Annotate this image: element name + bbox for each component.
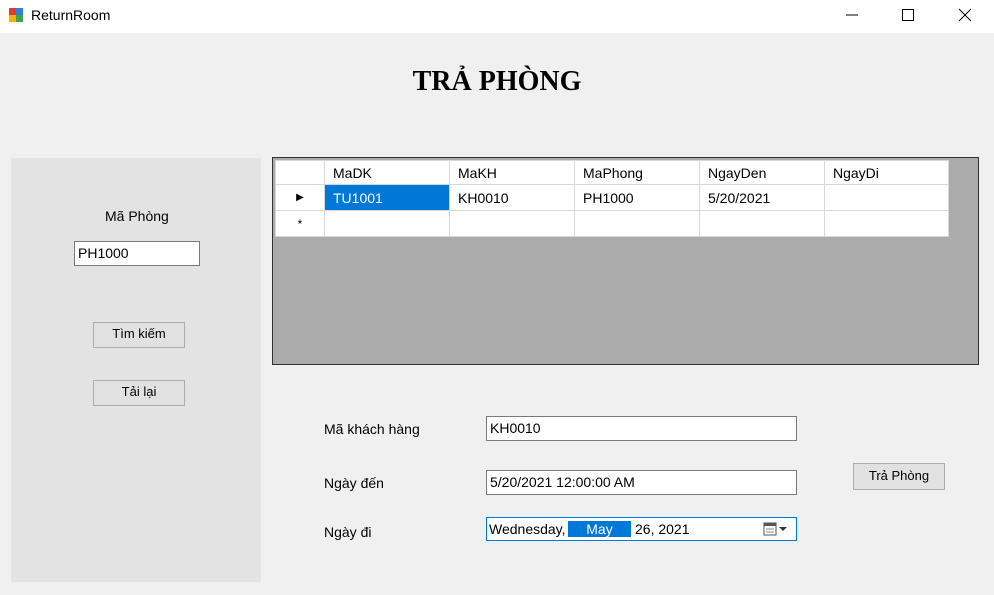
reload-button[interactable]: Tải lại [93,380,185,406]
table-cell[interactable] [324,210,450,237]
table-cell[interactable]: 5/20/2021 [699,184,825,211]
grid-header-row: MaDK MaKH MaPhong NgayDen NgayDi [275,160,949,185]
maximize-icon [902,9,914,21]
room-label: Mã Phòng [105,208,169,224]
window-title: ReturnRoom [31,7,111,23]
new-row[interactable]: * [275,210,949,237]
customer-input[interactable]: KH0010 [486,416,797,441]
column-header[interactable]: MaDK [324,160,450,185]
calendar-dropdown-icon[interactable] [763,521,791,537]
date-month-selected[interactable]: May [568,521,631,537]
close-icon [958,8,972,22]
table-cell[interactable]: TU1001 [324,184,450,211]
column-header[interactable]: MaPhong [574,160,700,185]
table-cell[interactable] [824,184,949,211]
booking-grid[interactable]: MaDK MaKH MaPhong NgayDen NgayDi ▶ TU100… [272,157,979,365]
table-cell[interactable] [824,210,949,237]
date-weekday: Wednesday, [489,521,566,537]
app-icon [9,8,23,22]
checkout-button[interactable]: Trả Phòng [853,463,945,490]
minimize-button[interactable] [829,0,875,31]
table-cell[interactable]: PH1000 [574,184,700,211]
current-row-marker[interactable]: ▶ [275,184,325,211]
column-header[interactable]: MaKH [449,160,575,185]
close-button[interactable] [942,0,988,31]
arrival-label: Ngày đến [324,475,384,491]
row-header-corner [275,160,325,185]
departure-label: Ngày đi [324,524,372,540]
table-cell[interactable] [574,210,700,237]
minimize-icon [846,14,858,16]
page-title: TRẢ PHÒNG [412,66,582,97]
customer-label: Mã khách hàng [324,421,420,437]
table-cell[interactable] [449,210,575,237]
arrival-input[interactable]: 5/20/2021 12:00:00 AM [486,470,797,495]
grid-table: MaDK MaKH MaPhong NgayDen NgayDi ▶ TU100… [275,160,949,237]
column-header[interactable]: NgayDen [699,160,825,185]
maximize-button[interactable] [885,0,931,31]
table-row[interactable]: ▶ TU1001 KH0010 PH1000 5/20/2021 [275,184,949,211]
column-header[interactable]: NgayDi [824,160,949,185]
table-cell[interactable] [699,210,825,237]
date-day-year: 26, 2021 [635,521,690,537]
table-cell[interactable]: KH0010 [449,184,575,211]
room-input[interactable]: PH1000 [74,241,200,266]
new-row-marker[interactable]: * [275,210,325,237]
title-bar: ReturnRoom [0,0,994,33]
search-button[interactable]: Tìm kiếm [93,322,185,348]
departure-date-picker[interactable]: Wednesday, May 26, 2021 [486,517,797,541]
